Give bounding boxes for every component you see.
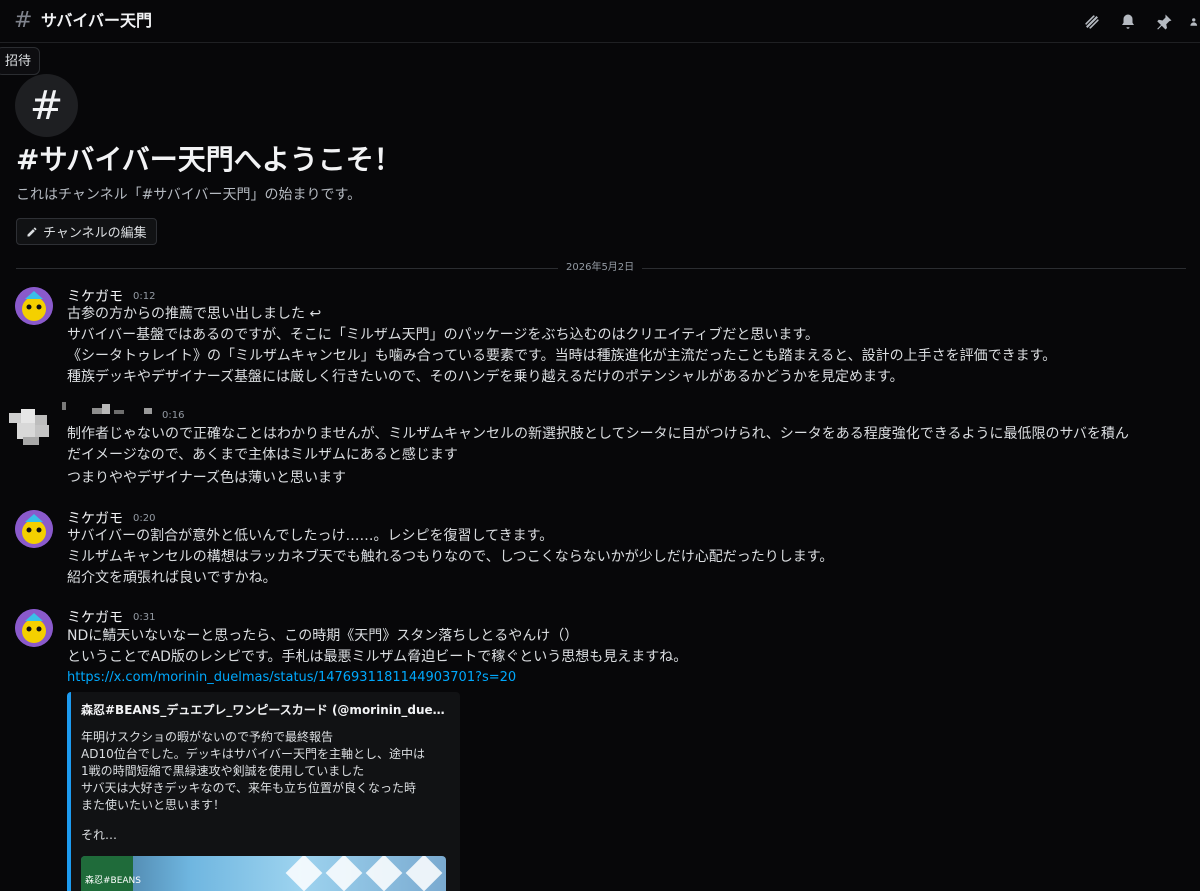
embed-image-label: 森忍#BEANS [85, 876, 142, 886]
message-timestamp: 0:31 [133, 612, 156, 623]
avatar[interactable] [15, 287, 53, 325]
message-text: 制作者じゃないので正確なことはわかりませんが、ミルザムキャンセルの新選択肢として… [67, 426, 1129, 442]
channel-avatar: # [15, 74, 78, 137]
embed-text: 年明けスクショの暇がないので予約で最終報告 [81, 730, 334, 744]
tweet-link[interactable]: https://x.com/morinin_duelmas/status/147… [67, 668, 516, 688]
divider-date: 2026年5月2日 [558, 262, 643, 274]
embed-text: また使いたいと思います！ [81, 798, 226, 812]
message-text: つまりややデザイナーズ色は薄いと思います [67, 470, 347, 486]
message-author[interactable]: ミケガモ [67, 609, 123, 627]
hashtag-icon: # [14, 8, 33, 33]
message-text: 古参の方からの推薦で思い出しました ↩ [67, 306, 322, 322]
hashtag-icon: # [29, 82, 64, 129]
channel-header: # サバイバー天門 [0, 0, 1200, 43]
pin-icon[interactable] [1154, 12, 1174, 32]
message-timestamp: 0:16 [162, 410, 185, 421]
message-text: 種族デッキやデザイナーズ基盤には厳しく行きたいので、そのハンデを乗り越えるだけの… [67, 369, 904, 385]
message-text: 紹介文を頑張れば良いですかね。 [67, 570, 277, 586]
edit-channel-button[interactable]: チャンネルの編集 [16, 218, 157, 245]
invite-tooltip: 招待 [0, 47, 41, 75]
message-text: NDに鯖天いないなーと思ったら、この時期《天門》スタン落ちしとるやんけ（） [67, 628, 579, 644]
message-text: 《シータトゥレイト》の「ミルザムキャンセル」も噛み合っている要素です。当時は種族… [67, 348, 1057, 364]
members-icon[interactable] [1190, 12, 1200, 32]
welcome-subtitle: これはチャンネル「#サバイバー天門」の始まりです。 [16, 187, 362, 203]
channel-title: サバイバー天門 [41, 11, 153, 30]
threads-icon[interactable] [1082, 12, 1102, 32]
welcome-title: #サバイバー天門へようこそ！ [16, 143, 402, 176]
edit-channel-label: チャンネルの編集 [43, 226, 147, 241]
link-embed: 森忍#BEANS_デュエプレ_ワンピースカード (@morinin_due… 年… [67, 692, 460, 891]
header-toolbar [1066, 0, 1200, 43]
embed-text: サバ天は大好きデッキなので、来年も立ち位置が良くなった時 [81, 781, 417, 795]
embed-image[interactable]: 森忍#BEANS [81, 856, 446, 891]
bell-icon[interactable] [1118, 12, 1138, 32]
message-text: サバイバー基盤ではあるのですが、そこに「ミルザム天門」のパッケージをぶち込むのは… [67, 327, 819, 343]
message-text: ということでAD版のレシピです。手札は最悪ミルザム脅迫ビートで稼ぐという思想も見… [67, 649, 688, 665]
embed-author[interactable]: 森忍#BEANS_デュエプレ_ワンピースカード (@morinin_due… [81, 702, 445, 718]
blurred-username [62, 400, 158, 420]
avatar[interactable] [15, 510, 53, 548]
pencil-icon [27, 226, 37, 236]
avatar[interactable] [15, 609, 53, 647]
embed-text: 1戦の時間短縮で黒緑速攻や剣誠を使用していました [81, 764, 365, 778]
message-text: だイメージなので、あくまで主体はミルザムにあると感じます [67, 447, 458, 463]
embed-text: それ… [81, 828, 118, 842]
avatar[interactable] [9, 405, 59, 447]
message-text: ミルザムキャンセルの構想はラッカネブ天でも触れるつもりなので、しつこくならないか… [67, 549, 834, 565]
message-text: サバイバーの割合が意外と低いんでしたっけ……。レシピを復習してきます。 [67, 528, 554, 544]
embed-text: AD10位台でした。デッキはサバイバー天門を主軸とし、途中は [81, 747, 426, 761]
